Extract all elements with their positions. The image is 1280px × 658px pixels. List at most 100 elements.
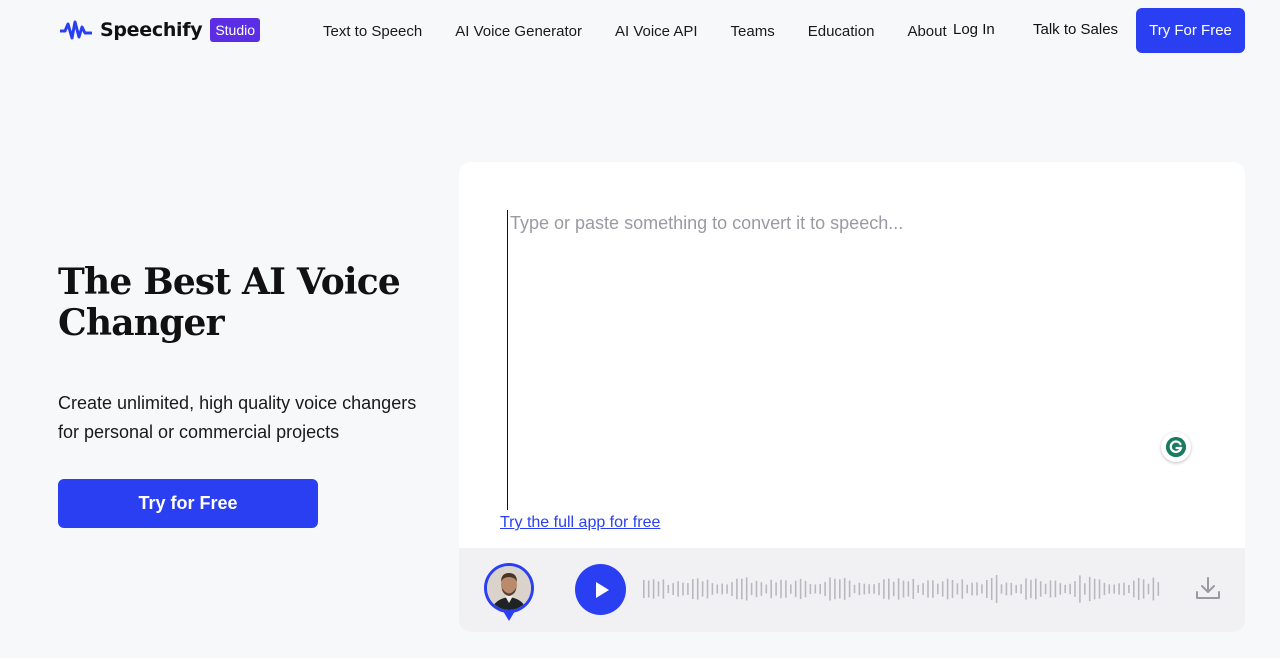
waveform-bar [765, 584, 768, 594]
studio-badge: Studio [210, 18, 261, 42]
waveform-bar [1039, 581, 1042, 597]
waveform-bar [981, 584, 983, 594]
waveform-bar [790, 584, 792, 594]
waveform-bar [721, 583, 723, 595]
waveform-bar [1000, 584, 1003, 594]
talk-to-sales-link[interactable]: Talk to Sales [1033, 21, 1118, 38]
grammarly-icon[interactable] [1161, 432, 1191, 462]
waveform-bar [780, 579, 782, 599]
waveform-bar [1044, 583, 1047, 595]
waveform-bar [843, 578, 846, 600]
waveform-bar [976, 582, 978, 596]
play-icon [595, 581, 609, 598]
waveform-bar [897, 578, 900, 600]
waveform-bar [956, 583, 959, 595]
waveform-bar [888, 578, 890, 600]
tts-demo-card: Try the full app for free [459, 162, 1245, 632]
waveform-bar [652, 579, 655, 599]
waveform-bar [726, 584, 728, 594]
waveform-bar [1123, 582, 1125, 596]
waveform-bar [755, 580, 758, 598]
waveform-bar [824, 581, 826, 597]
waveform-bar [1005, 582, 1008, 596]
tts-text-input[interactable] [507, 210, 1207, 510]
logo-text: Speechify [100, 19, 203, 41]
nav-education[interactable]: Education [808, 23, 875, 40]
waveform-bar [912, 578, 915, 599]
nav-about[interactable]: About [907, 23, 946, 40]
waveform-bar [995, 575, 998, 603]
waveform-bar [1069, 583, 1071, 595]
waveform-bar [731, 582, 733, 596]
waveform-bar [1137, 578, 1140, 600]
waveform-bar [1020, 584, 1022, 594]
waveform-bar [966, 584, 968, 594]
waveform-bar [971, 582, 973, 596]
waveform-bar [701, 581, 704, 597]
waveform-bar [814, 584, 817, 594]
waveform-bar [873, 584, 875, 594]
nav-ai-voice-generator[interactable]: AI Voice Generator [455, 23, 582, 40]
try-full-app-link[interactable]: Try the full app for free [500, 514, 660, 532]
waveform-bar [848, 580, 851, 598]
waveform-bar [1113, 584, 1115, 594]
waveform-bar [1035, 578, 1037, 600]
waveform-bar [1103, 582, 1106, 596]
waveform-bar [834, 578, 836, 600]
waveform-bar [951, 580, 954, 598]
nav-ai-voice-api[interactable]: AI Voice API [615, 23, 698, 40]
waveform-bar [932, 580, 934, 598]
login-link[interactable]: Log In [953, 21, 995, 38]
waveform-bar [839, 579, 841, 599]
waveform-bar [937, 583, 939, 595]
waveform-bar [745, 577, 748, 601]
waveform-bar [922, 583, 924, 595]
waveform-bar [990, 578, 993, 601]
hero-title: The Best AI Voice Changer [58, 261, 401, 344]
waveform-bar [1074, 581, 1076, 597]
waveform-bar [1157, 582, 1160, 596]
grammarly-g-glyph [1166, 437, 1186, 457]
waveform-bar [927, 580, 929, 598]
waveform-bar [1142, 579, 1145, 599]
waveform-bar [794, 580, 797, 598]
waveform-bar [858, 582, 861, 596]
waveform-bar [1147, 583, 1150, 595]
waveform-bar [750, 582, 753, 596]
waveform-bar [1054, 580, 1057, 598]
waveform-bar [986, 580, 988, 598]
waveform-bar [1049, 580, 1052, 598]
waveform-logo-icon [60, 20, 92, 40]
try-for-free-hero-button[interactable]: Try for Free [58, 479, 318, 528]
waveform-bar [667, 584, 670, 594]
waveform-bar [1064, 584, 1066, 593]
waveform-bar [696, 578, 699, 600]
waveform-bar [868, 584, 870, 594]
voice-avatar[interactable] [483, 563, 535, 623]
waveform-bar [883, 579, 885, 599]
try-for-free-header-button[interactable]: Try For Free [1136, 8, 1245, 53]
waveform-bar [1079, 575, 1081, 603]
waveform-bar [907, 581, 910, 597]
play-button[interactable] [575, 564, 626, 615]
audio-waveform[interactable] [642, 572, 1164, 606]
waveform-bar [1098, 579, 1101, 599]
waveform-bar [785, 580, 787, 598]
waveform-bar [1015, 584, 1017, 593]
waveform-bar [1133, 580, 1135, 598]
nav-teams[interactable]: Teams [731, 23, 775, 40]
waveform-bar [687, 583, 689, 595]
nav-text-to-speech[interactable]: Text to Speech [323, 23, 422, 40]
waveform-bar [711, 583, 714, 595]
waveform-bar [643, 579, 645, 598]
waveform-bar [657, 581, 660, 597]
waveform-bar [863, 583, 866, 595]
speechify-logo[interactable]: Speechify Studio [60, 16, 261, 44]
audio-player [459, 548, 1245, 632]
waveform-bar [946, 578, 949, 600]
waveform-bar [917, 584, 919, 593]
waveform-bar [672, 583, 674, 595]
download-button[interactable] [1193, 576, 1223, 604]
waveform-bar [1010, 582, 1013, 596]
waveform-bar [677, 581, 679, 597]
